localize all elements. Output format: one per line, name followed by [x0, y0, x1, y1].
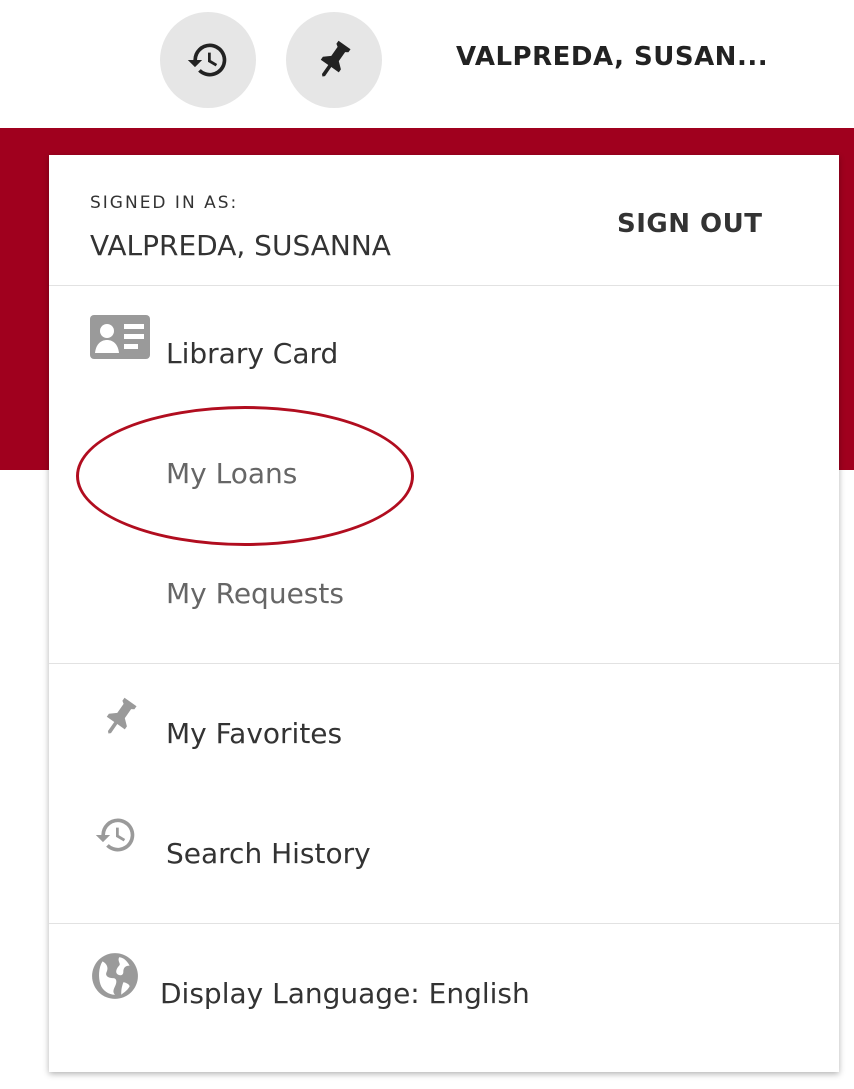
- search-history-link[interactable]: Search History: [166, 837, 371, 870]
- divider: [49, 285, 839, 286]
- user-menu-toggle[interactable]: VALPREDA, SUSAN...: [456, 42, 768, 72]
- search-history-button[interactable]: [160, 12, 256, 108]
- globe-icon: [92, 953, 138, 999]
- pin-icon: [106, 697, 137, 734]
- favorites-button[interactable]: [286, 12, 382, 108]
- user-menu-panel: SIGNED IN AS: VALPREDA, SUSANNA SIGN OUT…: [49, 155, 839, 1072]
- divider: [49, 923, 839, 924]
- my-requests-link[interactable]: My Requests: [166, 577, 344, 610]
- id-card-icon: [90, 315, 150, 359]
- history-icon: [187, 43, 227, 77]
- my-favorites-link[interactable]: My Favorites: [166, 717, 342, 750]
- divider: [49, 663, 839, 664]
- library-card-link[interactable]: Library Card: [166, 337, 338, 370]
- pin-icon: [320, 40, 351, 77]
- signed-in-user-name: VALPREDA, SUSANNA: [90, 229, 391, 262]
- signed-in-label: SIGNED IN AS:: [90, 193, 239, 213]
- my-loans-link[interactable]: My Loans: [166, 457, 297, 490]
- display-language-selector[interactable]: Display Language: English: [160, 977, 530, 1010]
- top-bar: VALPREDA, SUSAN...: [0, 0, 854, 128]
- sign-out-button[interactable]: SIGN OUT: [617, 209, 763, 239]
- history-icon: [95, 818, 135, 852]
